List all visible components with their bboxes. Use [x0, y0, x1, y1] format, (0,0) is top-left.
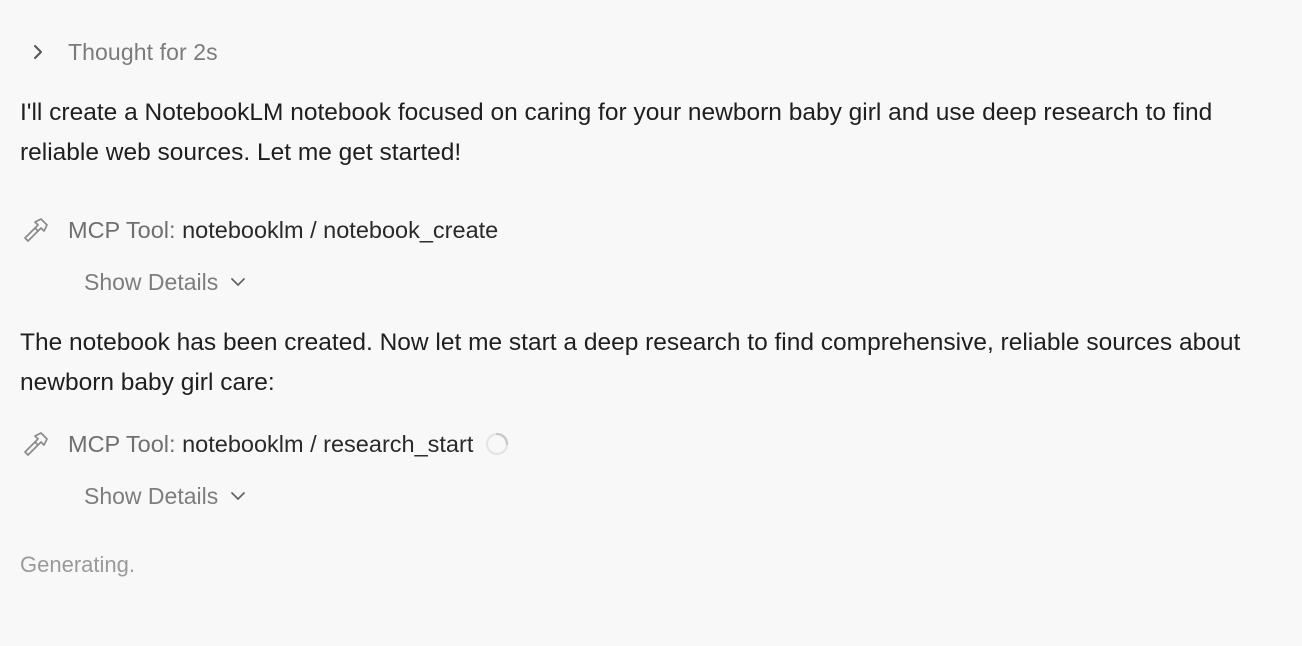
assistant-message: I'll create a NotebookLM notebook focuse…: [20, 99, 1213, 166]
show-details-button[interactable]: Show Details: [84, 267, 248, 297]
show-details-label: Show Details: [84, 482, 219, 509]
tool-call-row: MCP Tool: notebooklm / notebook_create: [22, 213, 498, 247]
thought-toggle[interactable]: Thought for 2s: [27, 36, 218, 68]
chat-panel: Thought for 2s I'll create a NotebookLM …: [0, 0, 1302, 646]
chevron-down-icon: [228, 272, 248, 292]
hammer-icon: [22, 430, 50, 458]
tool-name: notebooklm / notebook_create: [182, 216, 499, 243]
assistant-message: The notebook has been created. Now let m…: [20, 329, 1241, 396]
generating-status: Generating.: [20, 552, 135, 577]
show-details-label: Show Details: [84, 268, 219, 295]
tool-prefix: MCP Tool:: [68, 430, 176, 457]
tool-prefix: MCP Tool:: [68, 216, 176, 243]
tool-call-row: MCP Tool: notebooklm / research_start: [22, 427, 509, 461]
chevron-right-icon: [27, 41, 49, 63]
hammer-icon: [22, 216, 50, 244]
chevron-down-icon: [228, 486, 248, 506]
thought-label: Thought for 2s: [68, 38, 218, 65]
loading-spinner-icon: [485, 432, 509, 456]
tool-name: notebooklm / research_start: [182, 430, 474, 457]
show-details-button[interactable]: Show Details: [84, 481, 248, 511]
